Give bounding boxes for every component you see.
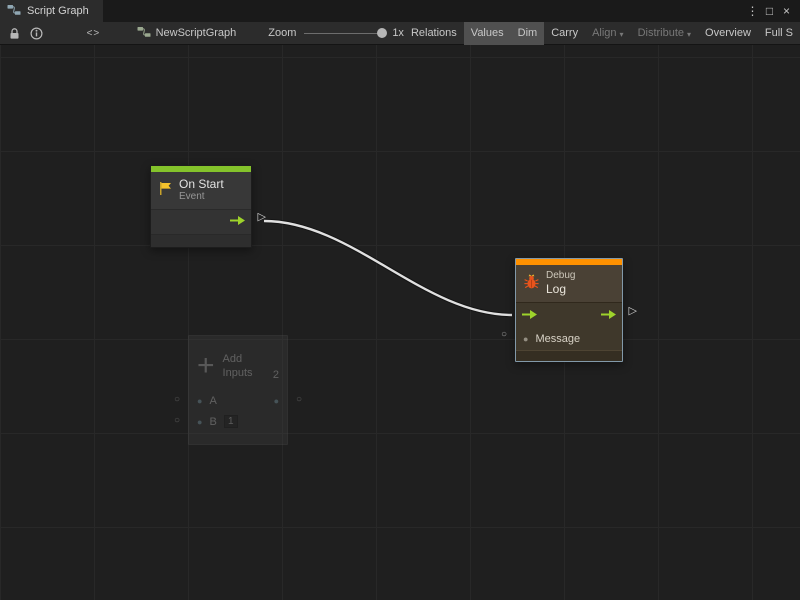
align-button[interactable]: Align ▾: [585, 22, 630, 45]
connection-wire: [0, 45, 800, 600]
flow-arrow-icon[interactable]: [230, 216, 245, 228]
bug-icon: [523, 273, 540, 293]
on-start-footer: [151, 234, 251, 247]
overview-button[interactable]: Overview: [698, 22, 758, 45]
message-input-port[interactable]: ○: [501, 330, 507, 340]
flag-icon: [158, 181, 173, 199]
fullscreen-button[interactable]: Full S: [758, 22, 800, 45]
toolbar-buttons: Relations Values Dim Carry Align ▾ Distr…: [404, 22, 800, 45]
port-b-dot[interactable]: ●: [197, 417, 202, 427]
on-start-subtitle: Event: [179, 191, 224, 203]
add-inputs-title-line2: Inputs: [223, 366, 253, 380]
port-a-dot[interactable]: ●: [197, 396, 202, 406]
port-b-value-field[interactable]: 1: [224, 415, 238, 428]
zoom-value: 1x: [392, 27, 404, 39]
window-controls: ⋮ □ ×: [744, 0, 800, 22]
close-icon[interactable]: ×: [778, 0, 795, 22]
relations-button[interactable]: Relations: [404, 22, 464, 45]
debug-log-title: Log: [546, 282, 575, 296]
zoom-slider-handle[interactable]: [377, 28, 387, 38]
on-start-title: On Start: [179, 177, 224, 191]
message-label: Message: [535, 333, 580, 345]
on-start-flow-row: [151, 209, 251, 234]
debug-log-category: Debug: [546, 270, 575, 282]
zoom-slider[interactable]: [304, 22, 387, 45]
trigger-output-port[interactable]: ▷: [258, 212, 266, 223]
node-on-start[interactable]: On Start Event ▷: [150, 165, 252, 248]
message-port-dot[interactable]: ●: [523, 334, 528, 344]
distribute-button[interactable]: Distribute ▾: [631, 22, 698, 45]
port-row-a: ● A ●: [189, 390, 287, 411]
titlebar: Script Graph ⋮ □ ×: [0, 0, 800, 22]
graph-canvas[interactable]: On Start Event ▷: [0, 45, 800, 600]
debug-log-flow-row: [516, 302, 622, 328]
add-inputs-header: + Add Inputs 2: [189, 336, 287, 390]
flow-output-arrow-icon[interactable]: [601, 310, 616, 322]
add-inputs-title-line1: Add: [223, 352, 253, 366]
debug-log-footer: [516, 350, 622, 361]
inputs-count: 2: [273, 369, 279, 382]
kebab-menu-icon[interactable]: ⋮: [744, 0, 761, 22]
graph-asset-icon: [137, 26, 151, 41]
node-add-inputs-ghost[interactable]: + Add Inputs 2 ● A ● ● B 1 ○ ○ ○: [188, 335, 288, 445]
info-icon[interactable]: [26, 22, 49, 45]
port-a-outer-circle[interactable]: ○: [174, 395, 180, 405]
values-button[interactable]: Values: [464, 22, 511, 45]
port-b-outer-circle[interactable]: ○: [174, 416, 180, 426]
dim-button[interactable]: Dim: [511, 22, 545, 45]
debug-log-header: Debug Log: [516, 265, 622, 302]
plus-icon: +: [197, 353, 215, 379]
zoom-slider-track: [304, 33, 381, 34]
port-a-output-outer-circle[interactable]: ○: [296, 395, 302, 405]
chevron-down-icon: ▾: [687, 30, 691, 39]
debug-log-message-row: ● Message: [516, 328, 622, 350]
maximize-icon[interactable]: □: [761, 0, 778, 22]
lock-icon[interactable]: [3, 22, 26, 45]
tab-script-graph[interactable]: Script Graph: [0, 0, 103, 22]
toolbar: <> NewScriptGraph Zoom 1x Relations Valu…: [0, 22, 800, 45]
port-row-b: ● B 1: [189, 411, 287, 432]
distribute-label: Distribute: [638, 27, 684, 39]
trigger-output-port[interactable]: ▷: [629, 306, 637, 317]
chevron-down-icon: ▾: [620, 30, 624, 39]
flow-input-arrow-icon[interactable]: [522, 310, 537, 322]
carry-button[interactable]: Carry: [544, 22, 585, 45]
port-b-label: B: [209, 416, 216, 428]
on-start-header: On Start Event: [151, 172, 251, 209]
port-a-output-dot[interactable]: ●: [274, 396, 279, 406]
port-a-label: A: [209, 395, 216, 407]
script-graph-tab-icon: [7, 4, 21, 19]
zoom-label: Zoom: [268, 27, 296, 39]
node-debug-log[interactable]: Debug Log ● Message ▷ ○: [515, 258, 623, 362]
tab-title: Script Graph: [27, 5, 89, 17]
align-label: Align: [592, 27, 616, 39]
graph-reference[interactable]: NewScriptGraph: [137, 26, 237, 41]
code-icon[interactable]: <>: [80, 22, 106, 45]
graph-name: NewScriptGraph: [156, 27, 237, 39]
